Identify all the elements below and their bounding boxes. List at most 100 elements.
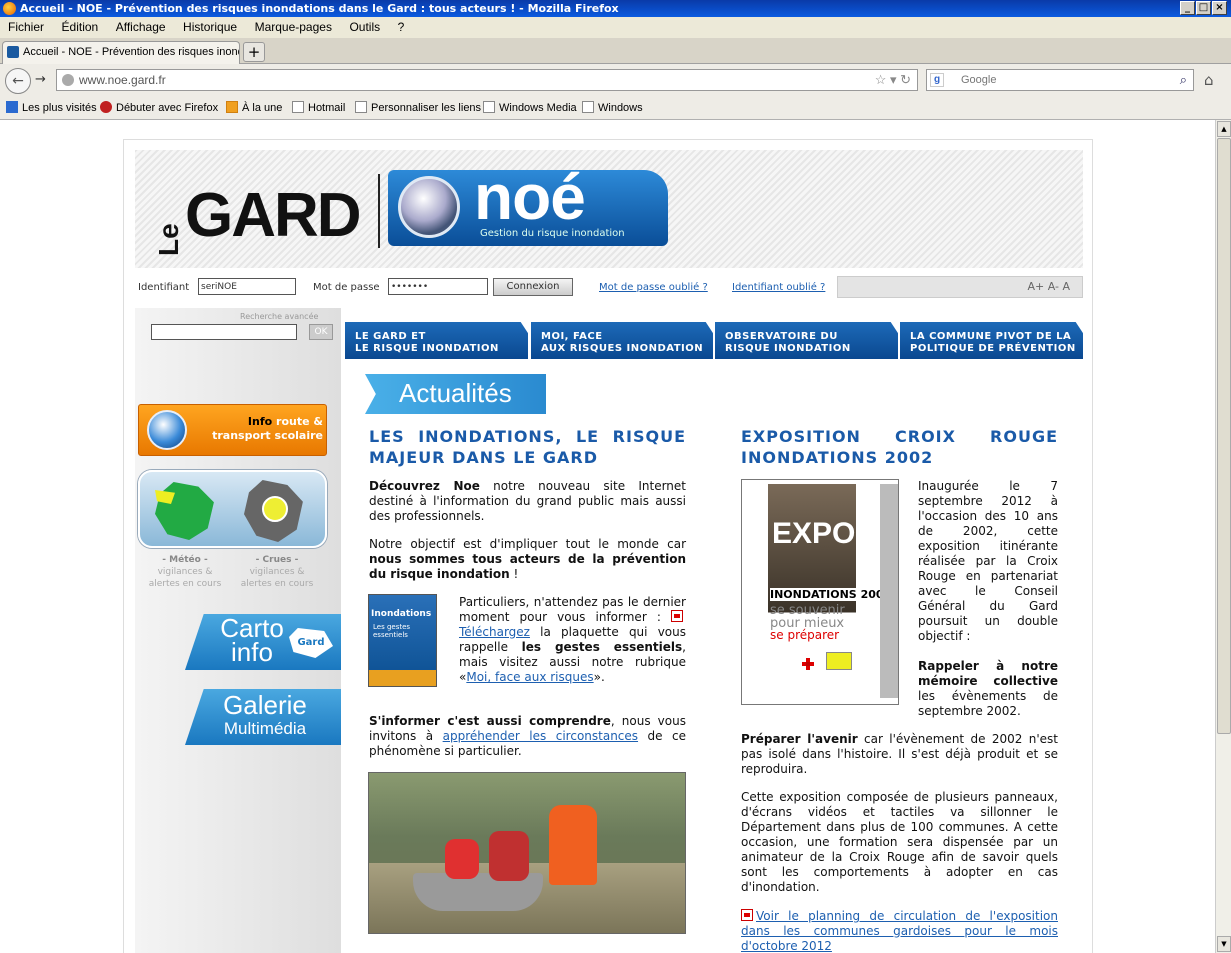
flood-rescue-photo — [368, 772, 686, 934]
search-ok-button[interactable]: OK — [309, 324, 333, 340]
new-tab-button[interactable]: + — [243, 42, 265, 62]
scroll-down-arrow-icon[interactable]: ▼ — [1217, 936, 1231, 952]
logo-gard: GARD — [185, 181, 362, 250]
menu-marque-pages[interactable]: Marque-pages — [255, 20, 332, 34]
menu-fichier[interactable]: Fichier — [8, 20, 44, 34]
article2-p1: Inaugurée le 7 septembre 2012 à l'occasi… — [918, 479, 1058, 643]
scroll-up-arrow-icon[interactable]: ▲ — [1217, 121, 1231, 137]
carto-info-label: Carto info — [220, 613, 284, 667]
bookmark-windows[interactable]: Windows — [582, 96, 643, 120]
red-cross-icon — [802, 658, 814, 670]
noe-logo-text: noé — [474, 161, 586, 233]
maximize-button[interactable]: □ — [1196, 1, 1211, 15]
poster-se-preparer: se préparer — [770, 628, 840, 642]
bookmark-star-icon[interactable]: ☆ ▾ ↻ — [875, 70, 911, 90]
magnifier-icon[interactable]: ⌕ — [1180, 70, 1187, 90]
nav-tab-moi-face[interactable]: MOI, FACE AUX RISQUES INONDATION — [531, 322, 713, 359]
bookmark-personnaliser[interactable]: Personnaliser les liens — [355, 96, 481, 120]
brochure-title: Inondations — [371, 609, 432, 619]
crues-caption[interactable]: - Crues - vigilances & alertes en cours — [237, 554, 317, 590]
article1-p3: Particuliers, n'attendez pas le dernier … — [459, 595, 686, 684]
back-arrow-icon[interactable]: ← — [5, 68, 31, 94]
search-bar[interactable]: g Google ⌕ — [926, 69, 1194, 91]
house-icon — [262, 496, 288, 522]
gard-map-icon[interactable] — [244, 480, 303, 542]
planning-link[interactable]: Voir le planning de circulation de l'exp… — [741, 909, 1058, 953]
nav-tab-commune-pivot[interactable]: LA COMMUNE PIVOT DE LA POLITIQUE DE PRÉVE… — [900, 322, 1083, 359]
bookmark-most-visited[interactable]: Les plus visités — [6, 96, 97, 120]
id-input[interactable]: seriNOE — [198, 278, 296, 295]
carto-info-button[interactable]: Carto info Gard — [185, 614, 341, 670]
galerie-button[interactable]: Galerie Multimédia — [185, 689, 341, 745]
logo-divider — [378, 174, 380, 248]
meteo-crues-maps[interactable] — [138, 470, 327, 548]
article1-p1: Découvrez Noe notre nouveau site Interne… — [369, 479, 687, 523]
forward-arrow-icon[interactable]: → — [35, 72, 46, 87]
advanced-search-link[interactable]: Recherche avancée — [240, 312, 318, 321]
info-globe-icon — [147, 410, 187, 450]
tab-bar: Accueil - NOE - Prévention des risques i… — [0, 38, 1231, 64]
site-banner: Le GARD noé Gestion du risque inondation — [135, 150, 1083, 268]
info-route-label: Info route & transport scolaire — [212, 415, 323, 442]
noe-water-icon — [398, 176, 460, 238]
pdf-icon — [671, 610, 683, 622]
noe-logo[interactable]: noé Gestion du risque inondation — [388, 161, 668, 246]
nav-tab-observatoire[interactable]: OBSERVATOIRE DU RISQUE INONDATION — [715, 322, 898, 359]
expo-poster[interactable]: EXPO INONDATIONS 2002 se souvenir pour mi… — [741, 479, 899, 705]
pw-input[interactable]: ••••••• — [388, 278, 488, 295]
menu-edition[interactable]: Édition — [62, 20, 99, 34]
scrollbar-thumb[interactable] — [1217, 138, 1231, 734]
bookmark-getting-started[interactable]: Débuter avec Firefox — [100, 96, 218, 120]
logo-le: Le — [153, 223, 184, 256]
url-text: www.noe.gard.fr — [79, 73, 166, 87]
menu-aide[interactable]: ? — [398, 20, 405, 34]
tab-accueil[interactable]: Accueil - NOE - Prévention des risques i… — [2, 41, 240, 64]
id-label: Identifiant — [138, 282, 190, 293]
multimedia-label: Multimédia — [223, 719, 307, 738]
site-search-input[interactable] — [151, 324, 297, 340]
article1-title: LES INONDATIONS, LE RISQUE MAJEUR DANS L… — [369, 427, 686, 467]
article2-p2: Rappeler à notre mémoire collective les … — [918, 659, 1058, 718]
bookmark-windows-media[interactable]: Windows Media — [483, 96, 577, 120]
meteo-caption[interactable]: - Météo - vigilances & alertes en cours — [145, 554, 225, 590]
page-icon — [292, 101, 304, 113]
moi-face-risques-link[interactable]: Moi, face aux risques — [466, 670, 593, 684]
noe-favicon-icon — [7, 46, 19, 58]
article1-p4: S'informer c'est aussi comprendre, nous … — [369, 714, 687, 758]
bookmark-hotmail[interactable]: Hotmail — [292, 96, 345, 120]
forgot-id-link[interactable]: Identifiant oublié ? — [732, 282, 825, 293]
poster-se-souvenir: se souvenir pour mieux — [770, 603, 845, 631]
close-button[interactable]: × — [1212, 1, 1227, 15]
window-titlebar: Accueil - NOE - Prévention des risques i… — [0, 0, 1231, 17]
noe-subtitle: Gestion du risque inondation — [480, 228, 625, 239]
forgot-password-link[interactable]: Mot de passe oublié ? — [599, 282, 708, 293]
google-icon[interactable]: g — [930, 73, 944, 87]
url-bar[interactable]: www.noe.gard.fr ☆ ▾ ↻ — [56, 69, 918, 91]
telechargez-link[interactable]: Téléchargez — [459, 625, 530, 639]
connexion-button[interactable]: Connexion — [493, 278, 573, 296]
vertical-scrollbar[interactable]: ▲ ▼ — [1215, 120, 1231, 953]
bookmark-folder-icon — [6, 101, 18, 113]
nav-tab-gard-risque[interactable]: LE GARD ET LE RISQUE INONDATION — [345, 322, 528, 359]
galerie-label: Galerie — [223, 690, 307, 720]
bookmarks-bar: Les plus visités Débuter avec Firefox À … — [0, 96, 1231, 120]
home-icon[interactable]: ⌂ — [1204, 71, 1214, 89]
left-sidebar: Recherche avancée OK Info route & transp… — [135, 308, 341, 953]
gestes-essentiels-brochure[interactable]: Inondations Les gestes essentiels — [368, 594, 437, 687]
france-map-icon[interactable] — [155, 482, 214, 540]
login-row: Identifiant seriNOE Mot de passe •••••••… — [135, 276, 1083, 300]
bookmark-a-la-une[interactable]: À la une — [226, 96, 282, 120]
minimize-button[interactable]: _ — [1180, 1, 1195, 15]
menu-historique[interactable]: Historique — [183, 20, 237, 34]
page-icon — [483, 101, 495, 113]
menu-outils[interactable]: Outils — [349, 20, 380, 34]
font-size-buttons[interactable]: A+ A- A — [1027, 280, 1070, 293]
menu-affichage[interactable]: Affichage — [116, 20, 166, 34]
info-route-button[interactable]: Info route & transport scolaire — [138, 404, 327, 456]
poster-side-strip — [880, 484, 898, 698]
apprehender-link[interactable]: appréhender les circonstances — [443, 729, 638, 743]
photo-person — [445, 839, 479, 879]
photo-person — [489, 831, 529, 881]
globe-icon — [62, 74, 74, 86]
actualites-label: Actualités — [399, 378, 512, 408]
